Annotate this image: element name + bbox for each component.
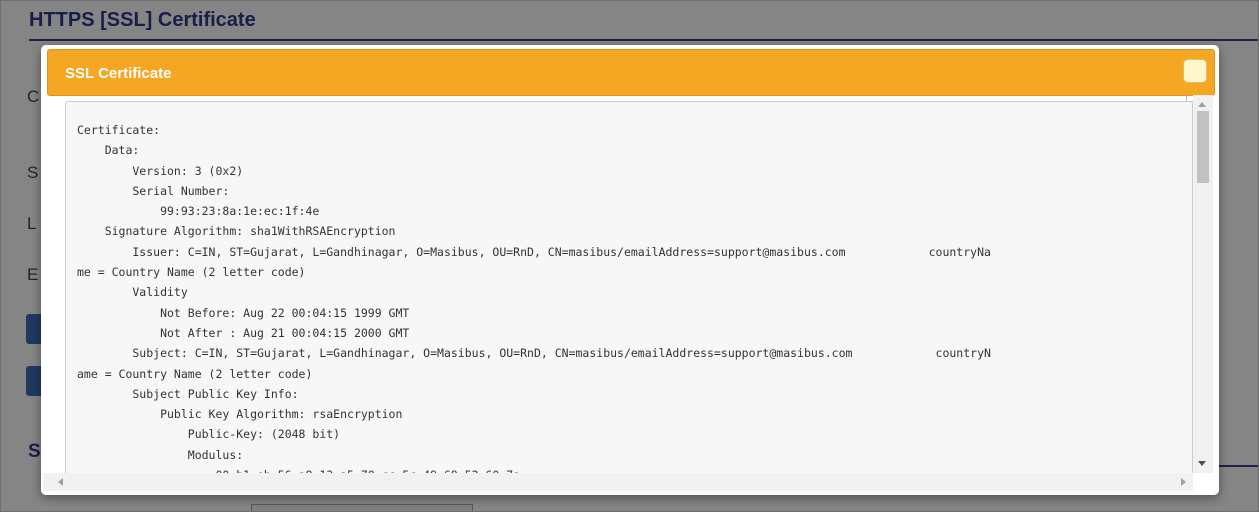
certificate-text: Certificate: Data: Version: 3 (0x2) Seri… [77,123,991,476]
scroll-left-arrow-icon[interactable] [58,478,63,486]
scroll-right-arrow-icon[interactable] [1181,478,1186,486]
scroll-up-arrow-icon[interactable] [1198,102,1206,107]
horizontal-scrollbar[interactable] [43,473,1193,491]
close-icon[interactable] [1183,59,1207,83]
scroll-down-arrow-icon[interactable] [1198,461,1206,466]
dialog-title: SSL Certificate [65,65,172,82]
dialog-header: SSL Certificate [47,49,1215,96]
certificate-textarea[interactable]: Certificate: Data: Version: 3 (0x2) Seri… [65,101,1193,477]
vertical-scrollbar[interactable] [1193,95,1213,473]
ssl-certificate-dialog: SSL Certificate Certificate: Data: Versi… [41,45,1219,495]
scrollbar-thumb[interactable] [1197,111,1209,183]
page-frame: HTTPS [SSL] Certificate C S L E S SSL Ce… [0,0,1259,512]
